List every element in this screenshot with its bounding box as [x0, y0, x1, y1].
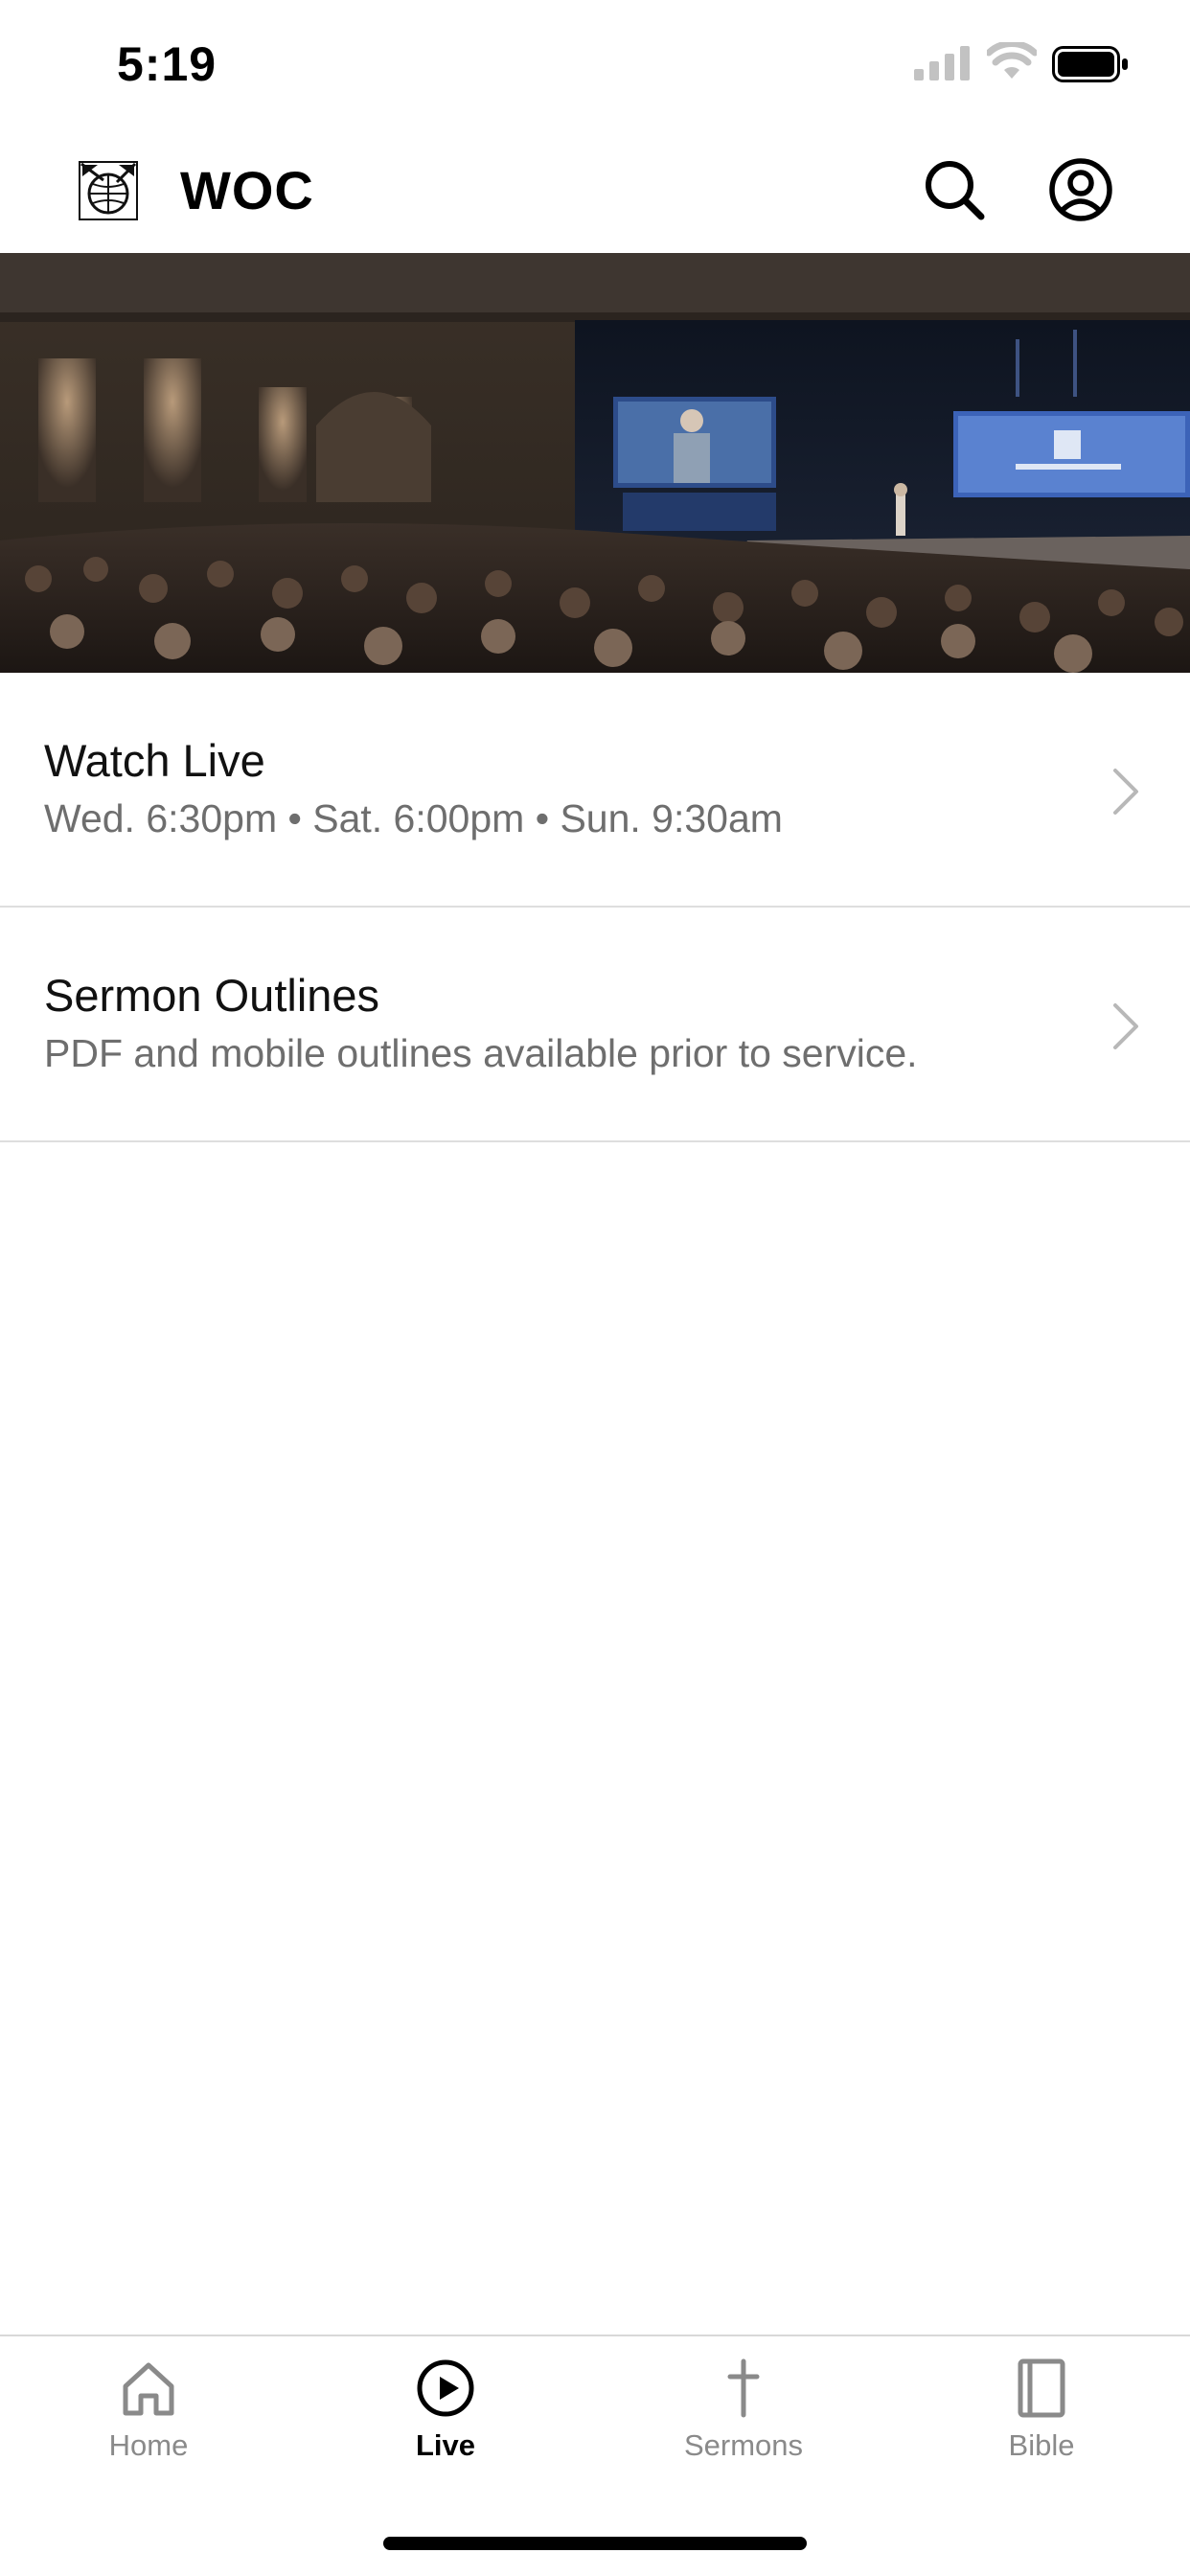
chevron-right-icon: [1113, 769, 1138, 815]
tab-bible[interactable]: Bible: [927, 2358, 1156, 2501]
tab-label: Sermons: [683, 2428, 804, 2462]
row-title: Sermon Outlines: [44, 970, 380, 1021]
church-auditorium-photo: [0, 253, 1190, 673]
search-button[interactable]: [922, 157, 987, 222]
user-circle-icon: [1049, 158, 1112, 221]
battery-icon: [1052, 46, 1128, 82]
hero-image[interactable]: [0, 253, 1190, 673]
book-icon: [1018, 2358, 1065, 2418]
row-subtitle: Wed. 6:30pm • Sat. 6:00pm • Sun. 9:30am: [44, 796, 783, 840]
woc-globe-logo-icon: [79, 161, 138, 220]
row-title: Watch Live: [44, 735, 265, 786]
tab-home[interactable]: Home: [34, 2358, 263, 2501]
live-screen: 5:19 WOC Watch Live Wed. 6:30pm • Sat. 6…: [0, 0, 1190, 2576]
status-time: 5:19: [117, 37, 217, 91]
tab-label: Live: [415, 2428, 476, 2462]
play-circle-icon: [417, 2359, 474, 2417]
status-bar: 5:19: [0, 0, 1190, 126]
app-title: WOC: [180, 160, 314, 220]
home-indicator[interactable]: [383, 2537, 807, 2550]
sermon-outlines-row[interactable]: Sermon Outlines PDF and mobile outlines …: [0, 908, 1190, 1142]
chevron-right-icon: [1113, 1003, 1138, 1049]
tab-label: Home: [108, 2428, 189, 2462]
watch-live-row[interactable]: Watch Live Wed. 6:30pm • Sat. 6:00pm • S…: [0, 673, 1190, 908]
row-subtitle: PDF and mobile outlines available prior …: [44, 1031, 918, 1075]
cross-icon: [727, 2358, 760, 2418]
wifi-icon: [987, 42, 1037, 79]
profile-button[interactable]: [1048, 157, 1113, 222]
tab-sermons[interactable]: Sermons: [629, 2358, 858, 2501]
tab-live[interactable]: Live: [331, 2358, 561, 2501]
cellular-signal-icon: [914, 46, 970, 80]
home-icon: [123, 2362, 174, 2416]
app-header: WOC: [0, 126, 1190, 253]
tab-label: Bible: [1008, 2428, 1075, 2462]
search-icon: [926, 161, 985, 220]
